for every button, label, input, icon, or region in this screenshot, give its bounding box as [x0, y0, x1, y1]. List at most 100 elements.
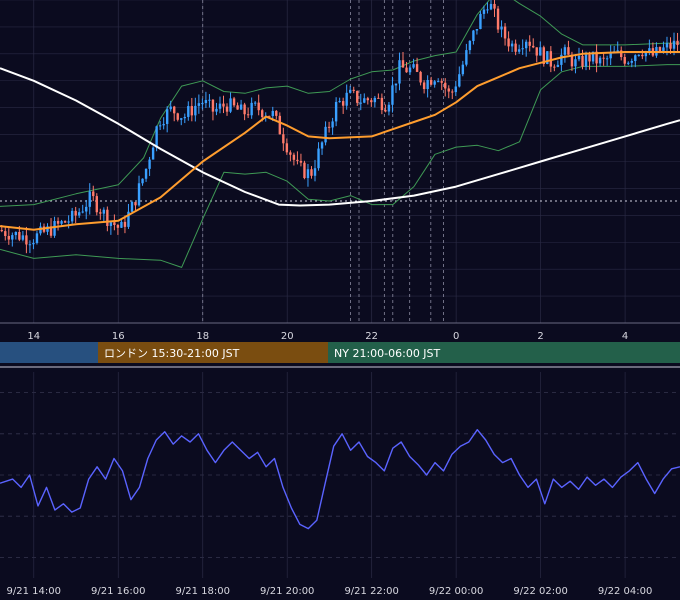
- candle-body: [472, 30, 475, 41]
- candle-body: [303, 162, 306, 179]
- candle-body: [116, 225, 120, 228]
- candle-body: [588, 54, 591, 62]
- candle-body: [567, 47, 570, 55]
- candle-body: [60, 221, 63, 224]
- candle-body: [239, 104, 243, 110]
- candle-body: [158, 125, 162, 127]
- candle-body: [605, 58, 609, 60]
- candle-body: [28, 244, 32, 246]
- candle-body: [271, 110, 274, 117]
- candle-body: [95, 196, 98, 213]
- candle-body: [229, 98, 232, 112]
- candle-body: [370, 100, 373, 103]
- candle-body: [130, 202, 134, 212]
- candle-body: [465, 50, 468, 65]
- candle-body: [236, 105, 239, 110]
- candle-body: [377, 97, 380, 99]
- candle-body: [56, 220, 60, 224]
- candle-body: [426, 80, 429, 90]
- candle-body: [535, 47, 538, 56]
- candle-body: [183, 116, 186, 119]
- candle-body: [581, 55, 584, 67]
- candle-body: [451, 91, 454, 93]
- tokyo-session-bar: [0, 342, 98, 363]
- candle-body: [327, 126, 331, 128]
- newyork-session-label: NY 21:00-06:00 JST: [334, 347, 441, 360]
- candle-body: [144, 168, 148, 179]
- candle-body: [162, 123, 165, 126]
- candle-body: [630, 60, 633, 63]
- candle-body: [500, 26, 503, 30]
- hour-tick-label: 4: [622, 331, 628, 342]
- candle-body: [584, 54, 588, 67]
- candle-body: [35, 233, 39, 243]
- candle-body: [412, 64, 415, 68]
- candle-body: [503, 26, 507, 39]
- candle-body: [74, 210, 77, 216]
- candle-body: [672, 40, 676, 49]
- price-chart: [0, 0, 680, 268]
- date-tick-label: 9/22 00:00: [429, 586, 483, 597]
- candle-body: [574, 59, 577, 67]
- hour-axis: 14 16 18 20 22 0 2 4: [27, 331, 628, 342]
- candle-body: [444, 82, 447, 89]
- candle-body: [310, 169, 313, 176]
- candle-body: [616, 50, 619, 52]
- candle-body: [602, 57, 605, 59]
- candle-body: [387, 104, 391, 112]
- candle-body: [282, 134, 285, 144]
- candle-body: [517, 49, 521, 52]
- candle-body: [341, 101, 345, 106]
- date-tick-label: 9/21 20:00: [260, 586, 314, 597]
- candle-body: [539, 47, 542, 56]
- chart-root: 14 16 18 20 22 0 2 4 ロンドン 15:30-21:00 JST NY 21…: [0, 0, 680, 597]
- session-band: ロンドン 15:30-21:00 JST NY 21:00-06:00 JST: [0, 342, 680, 363]
- candle-body: [676, 40, 679, 46]
- candle-body: [320, 142, 324, 149]
- candle-body: [197, 103, 201, 106]
- candle-body: [514, 43, 517, 52]
- candle-body: [25, 235, 28, 245]
- candle-body: [510, 43, 514, 47]
- bollinger-lower-line: [0, 64, 680, 268]
- candle-body: [155, 126, 158, 148]
- candle-body: [391, 85, 394, 105]
- candle-body: [148, 159, 151, 169]
- candle-body: [137, 183, 141, 206]
- candle-body: [208, 99, 211, 101]
- candle-body: [521, 48, 524, 50]
- candle-body: [331, 121, 334, 128]
- candle-body: [190, 106, 194, 116]
- candle-body: [67, 221, 70, 223]
- date-axis: 9/21 14:00 9/21 16:00 9/21 18:00 9/21 20:00…: [7, 586, 653, 597]
- candle-body: [211, 99, 215, 112]
- candle-body: [394, 83, 398, 86]
- candle-body: [292, 154, 296, 160]
- date-tick-label: 9/22 02:00: [513, 586, 567, 597]
- candle-body: [187, 106, 190, 117]
- candle-body: [201, 103, 204, 105]
- hour-tick-label: 2: [537, 331, 543, 342]
- candle-body: [176, 113, 179, 120]
- candle-body: [317, 148, 320, 169]
- candle-body: [665, 43, 669, 48]
- candle-body: [123, 221, 127, 227]
- hour-tick-label: 22: [365, 331, 378, 342]
- candle-body: [380, 97, 384, 111]
- hour-tick-label: 16: [112, 331, 125, 342]
- candle-body: [225, 106, 229, 112]
- candle-body: [401, 60, 405, 68]
- candle-body: [246, 114, 250, 116]
- hour-tick-label: 0: [453, 331, 459, 342]
- oscillator-line: [0, 429, 680, 530]
- candle-body: [81, 211, 84, 213]
- candle-body: [151, 147, 155, 160]
- candle-body: [0, 230, 3, 232]
- candle-body: [275, 110, 278, 116]
- candle-body: [349, 89, 352, 93]
- candle-body: [289, 152, 292, 155]
- candle-body: [422, 82, 426, 90]
- candle-body: [556, 64, 560, 67]
- candle-body: [278, 115, 282, 135]
- candle-body: [120, 221, 123, 228]
